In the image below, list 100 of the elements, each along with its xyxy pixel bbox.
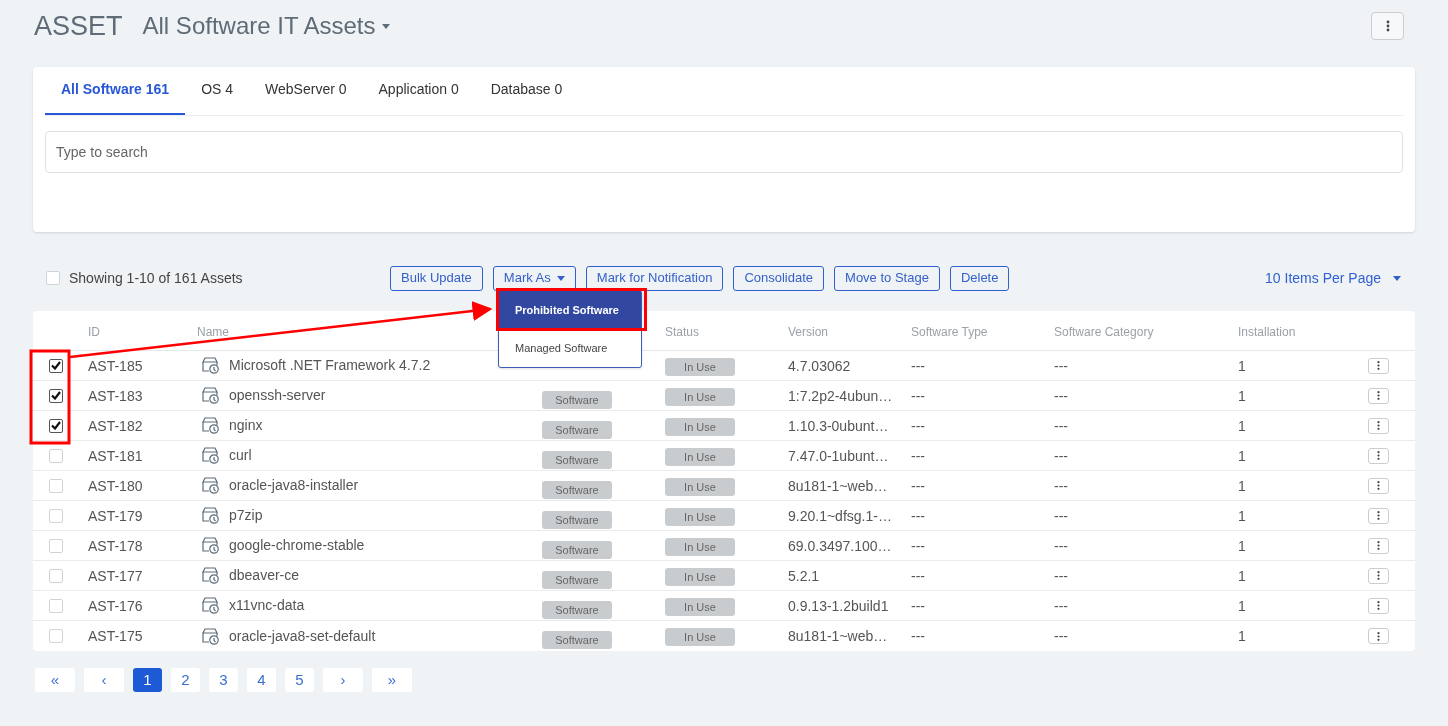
table-cell: 8u181-1~web… (788, 628, 888, 644)
table-cell: 9.20.1~dfsg.1-… (788, 507, 892, 524)
software-package-icon (201, 356, 220, 375)
kebab-icon (1377, 421, 1380, 430)
checkbox[interactable] (48, 358, 63, 373)
software-package-icon (201, 446, 220, 465)
software-package-icon (201, 476, 220, 495)
row-menu-button[interactable] (1368, 507, 1389, 524)
page-size-dropdown[interactable]: 10 Items Per Page (1265, 267, 1401, 289)
row-menu-button[interactable] (1368, 387, 1389, 404)
table-cell: 1 (1238, 387, 1246, 404)
table-cell: --- (1054, 417, 1068, 434)
checkbox[interactable] (48, 418, 63, 433)
software-package-icon (201, 596, 220, 615)
table-cell: --- (1054, 537, 1068, 554)
table-cell: AST-176 (88, 597, 143, 614)
row-menu-button[interactable] (1368, 417, 1389, 434)
type-tag: Software (542, 390, 612, 409)
previous-page-button[interactable]: ‹ (84, 668, 124, 692)
page-button[interactable]: 1 (133, 668, 162, 692)
table-cell: 4.7.03062 (788, 357, 851, 374)
mark-as-dropdown[interactable]: Mark As (492, 265, 576, 291)
view-selector[interactable]: All Software IT Assets (142, 8, 390, 44)
row-menu-button[interactable] (1368, 537, 1389, 554)
table-cell: --- (1054, 447, 1068, 464)
page-button[interactable]: 4 (247, 668, 276, 692)
column-header: Name (197, 324, 229, 339)
table-cell: --- (1054, 597, 1068, 614)
table-cell-text: google-chrome-stable (229, 536, 365, 555)
table-cell: 5.2.1 (788, 567, 820, 584)
software-package-icon (201, 536, 220, 555)
table-cell: 69.0.3497.100… (788, 537, 892, 554)
table-cell: 1 (1238, 417, 1246, 434)
row-menu-button[interactable] (1368, 477, 1389, 494)
kebab-icon (1377, 391, 1380, 400)
table-cell: AST-180 (88, 477, 143, 494)
table-cell-text: dbeaver-ce (229, 566, 300, 585)
software-package-icon (201, 626, 220, 646)
page-button[interactable]: 5 (285, 668, 314, 692)
row-menu-button[interactable] (1368, 597, 1389, 614)
status-tag: In Use (665, 597, 735, 616)
row-menu-button[interactable] (1368, 357, 1389, 374)
action-button[interactable]: Bulk Update (390, 265, 483, 291)
table-cell: --- (911, 417, 925, 434)
table-cell: 1 (1238, 628, 1246, 644)
table-cell: --- (1054, 387, 1068, 404)
table-cell: 7.47.0-1ubunt… (788, 447, 889, 464)
table-cell-text: oracle-java8-set-default (229, 626, 376, 646)
action-button[interactable]: Move to Stage (834, 265, 940, 291)
action-button[interactable]: Delete (949, 265, 1010, 291)
table-cell: AST-178 (88, 537, 143, 554)
status-tag: In Use (665, 387, 735, 406)
kebab-icon (1377, 631, 1380, 641)
table-cell: AST-185 (88, 357, 143, 374)
next-page-button[interactable]: › (323, 668, 363, 692)
module-title: ASSET (34, 9, 123, 43)
column-header: Status (665, 324, 700, 339)
table-cell: --- (1054, 357, 1068, 374)
table-cell: --- (911, 387, 925, 404)
software-package-icon (201, 566, 220, 585)
action-button[interactable]: Consolidate (733, 265, 825, 291)
kebab-icon (1377, 571, 1380, 580)
table-cell: --- (1054, 507, 1068, 524)
table-cell: AST-177 (88, 567, 143, 584)
table-cell-text: openssh-server (229, 386, 326, 405)
kebab-icon (1377, 451, 1380, 460)
more-button[interactable] (1371, 12, 1404, 40)
action-button[interactable]: Mark for Notification (585, 265, 724, 291)
checkbox[interactable] (48, 388, 63, 403)
search-field[interactable]: Type to search (45, 131, 1403, 173)
table-cell-text: nginx (229, 416, 263, 435)
tab[interactable]: Application 0 (362, 66, 475, 115)
menu-item[interactable]: Prohibited Software (499, 291, 641, 330)
table-cell-text: oracle-java8-installer (229, 476, 359, 495)
type-tag: Software (542, 480, 612, 499)
table-cell: --- (911, 477, 925, 494)
status-tag: In Use (665, 357, 735, 376)
tab[interactable]: All Software 161 (45, 66, 186, 115)
last-page-button[interactable]: » (372, 668, 412, 692)
tab[interactable]: OS 4 (185, 66, 250, 115)
first-page-button[interactable]: « (35, 668, 75, 692)
row-menu-button[interactable] (1368, 628, 1389, 644)
page-button[interactable]: 2 (171, 668, 200, 692)
column-header: Installation (1238, 324, 1296, 339)
tab[interactable]: Database 0 (474, 66, 579, 115)
table-cell: 1 (1238, 537, 1246, 554)
tab[interactable]: WebServer 0 (249, 66, 363, 115)
menu-item[interactable]: Managed Software (499, 330, 641, 367)
table-cell: --- (911, 567, 925, 584)
software-package-icon (201, 386, 220, 405)
row-menu-button[interactable] (1368, 567, 1389, 584)
status-tag: In Use (665, 417, 735, 436)
kebab-icon (1377, 541, 1380, 550)
status-tag: In Use (665, 537, 735, 556)
caret-icon (1393, 275, 1401, 281)
type-tag: Software (542, 540, 612, 559)
row-menu-button[interactable] (1368, 447, 1389, 464)
kebab-icon (1385, 20, 1390, 32)
table-cell-text: Microsoft .NET Framework 4.7.2 (229, 356, 431, 375)
page-button[interactable]: 3 (209, 668, 238, 692)
